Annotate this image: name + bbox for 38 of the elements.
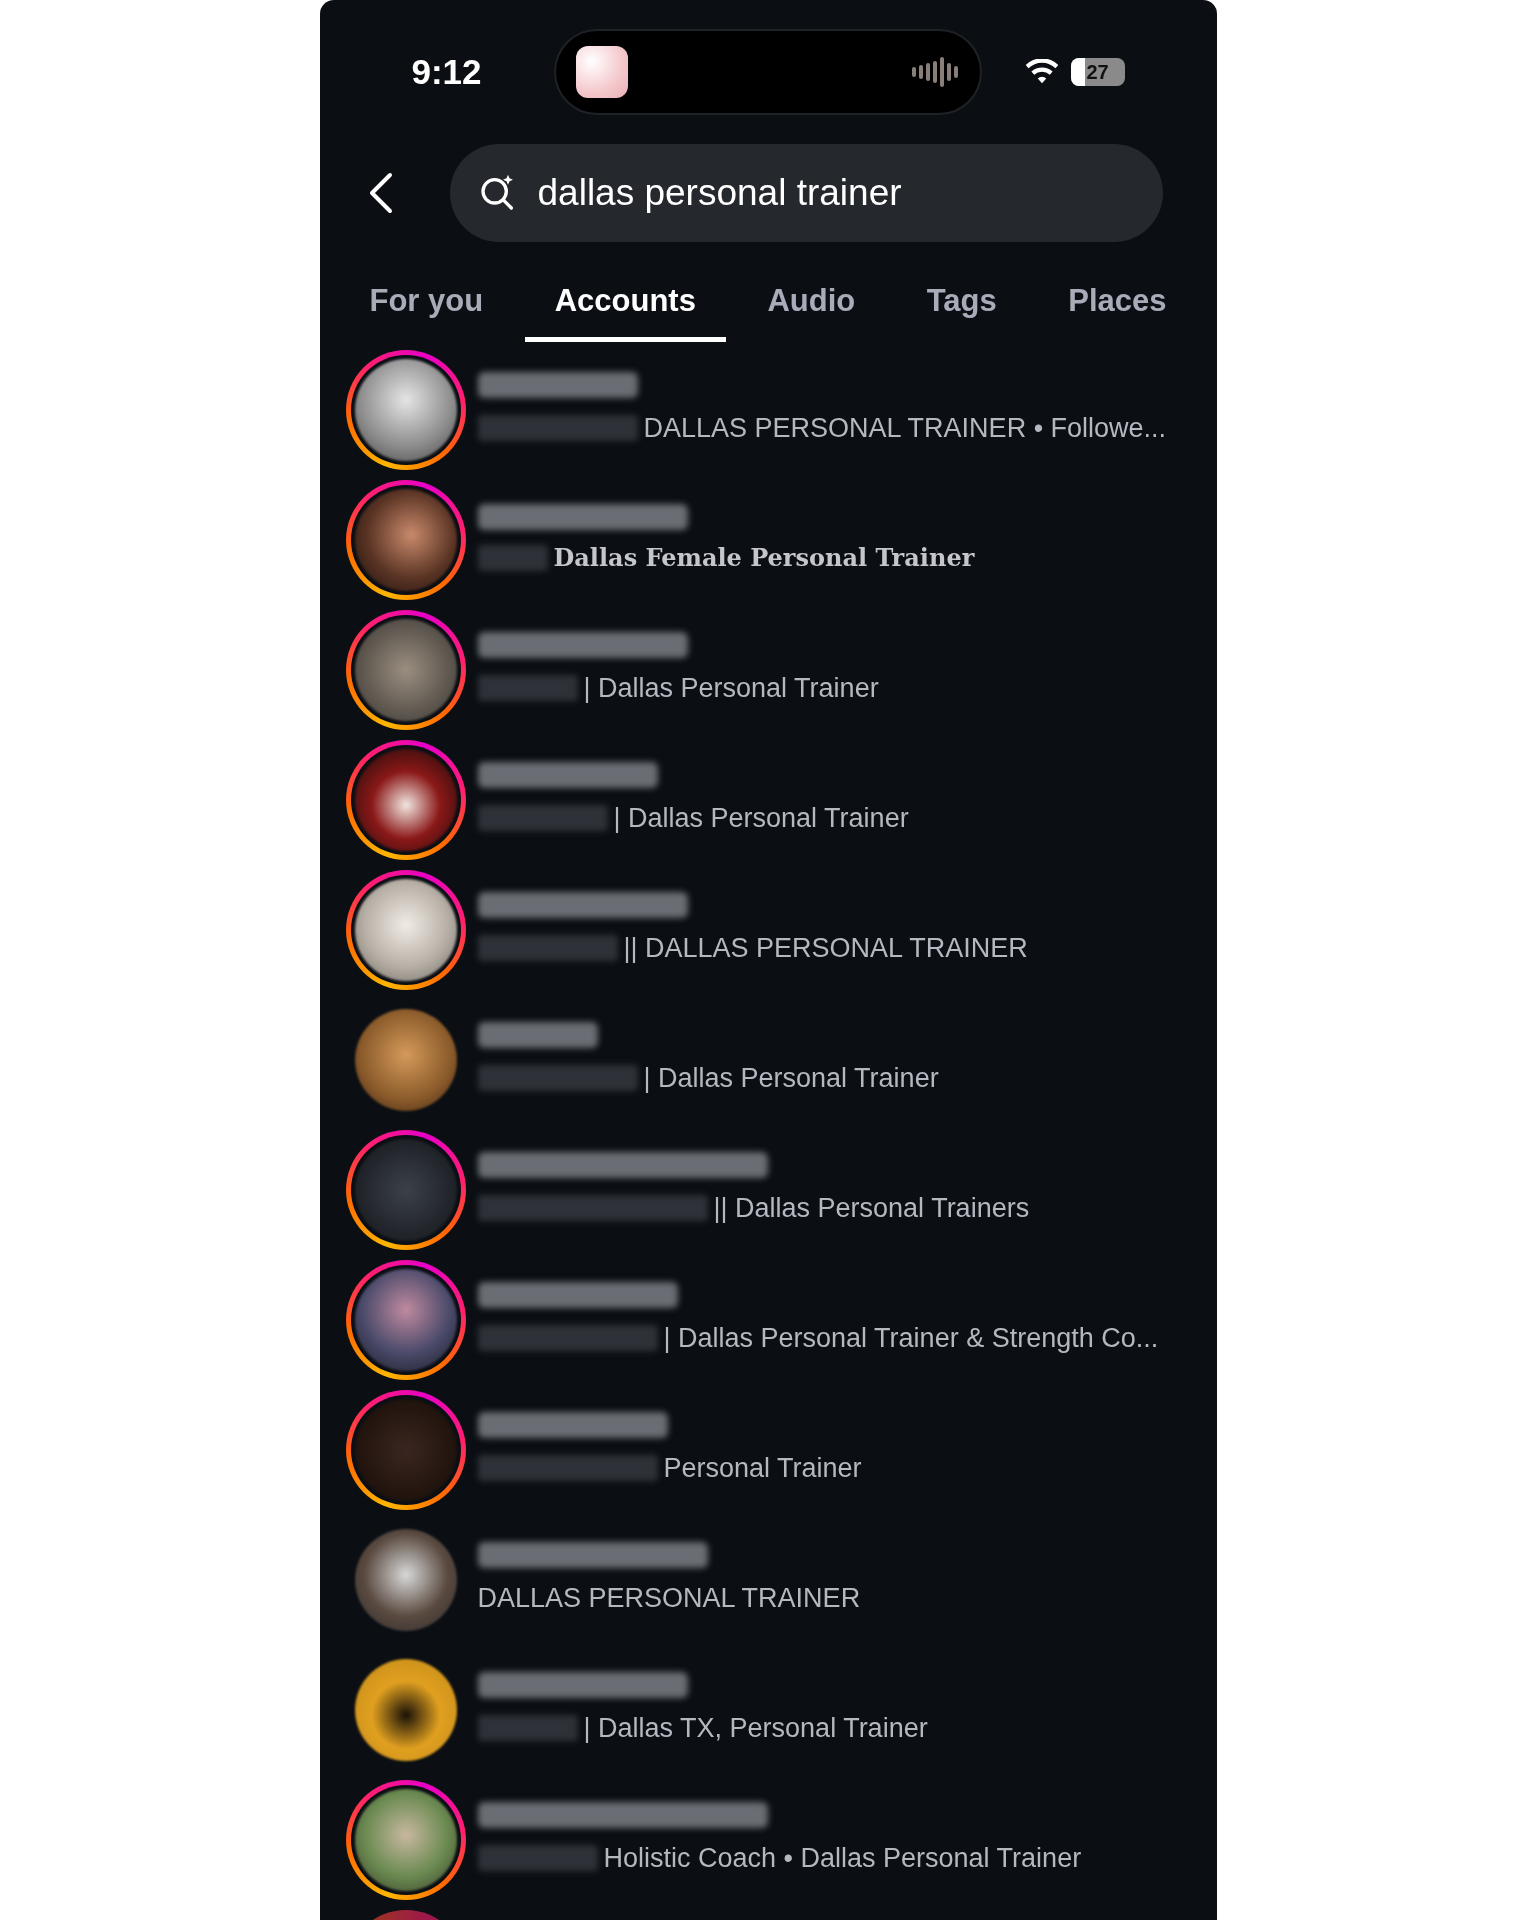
battery-indicator: 27 bbox=[1070, 58, 1125, 86]
account-row[interactable]: | Dallas TX, Personal Trainer bbox=[345, 1650, 1217, 1770]
account-row[interactable]: Personal Trainer bbox=[345, 1390, 1217, 1510]
account-bio: Holistic Coach • Dallas Personal Trainer bbox=[603, 1841, 1082, 1875]
account-bio: | Dallas Personal Trainer bbox=[613, 801, 909, 835]
account-row[interactable]: | Dallas Personal Trainer bbox=[345, 740, 1217, 860]
account-bio: | Dallas Personal Trainer & Strength Co... bbox=[663, 1321, 1159, 1355]
account-row[interactable]: | Dallas Personal Trainer bbox=[345, 1000, 1217, 1120]
tab[interactable]: Accounts bbox=[524, 266, 726, 342]
account-bio: | Dallas Personal Trainer bbox=[583, 671, 879, 705]
status-time: 9:12 bbox=[411, 50, 483, 93]
tab[interactable]: Audio bbox=[737, 266, 886, 342]
tab[interactable]: Places bbox=[1038, 266, 1197, 342]
blurred-bio-text bbox=[477, 545, 548, 571]
search-field[interactable]: dallas personal trainer bbox=[449, 144, 1163, 242]
account-bio: DALLAS PERSONAL TRAINER bbox=[477, 1581, 861, 1615]
waveform-icon bbox=[912, 56, 960, 88]
account-bio: || Dallas Personal Trainers bbox=[713, 1191, 1030, 1225]
account-row[interactable]: DALLAS PERSONAL TRAINER bbox=[345, 1520, 1217, 1640]
account-bio: DALLAS PERSONAL TRAINER • Followe... bbox=[643, 411, 1167, 445]
account-row[interactable]: DALLAS PERSONAL TRAINER • Followe... bbox=[345, 350, 1217, 470]
account-bio: Dallas Female Personal Trainer bbox=[553, 542, 975, 574]
account-bio: Personal Trainer bbox=[663, 1451, 862, 1485]
account-bio: || DALLAS PERSONAL TRAINER bbox=[623, 931, 1028, 965]
account-bio: | Dallas TX, Personal Trainer bbox=[583, 1711, 928, 1745]
account-row[interactable]: Dallas Female Personal Trainer bbox=[345, 480, 1217, 600]
account-bio: | Dallas Personal Trainer bbox=[643, 1061, 939, 1095]
wifi-icon bbox=[1024, 59, 1059, 85]
account-row[interactable]: | Dallas Personal Trainer & Strength Co... bbox=[345, 1260, 1217, 1380]
tab[interactable]: Tags bbox=[896, 266, 1027, 342]
account-row[interactable]: | Dallas Personal Trainer bbox=[345, 610, 1217, 730]
back-icon[interactable] bbox=[367, 172, 394, 214]
account-row[interactable]: Holistic Coach • Dallas Personal Trainer bbox=[345, 1780, 1217, 1900]
account-row[interactable]: || DALLAS PERSONAL TRAINER bbox=[345, 870, 1217, 990]
account-row[interactable]: || Dallas Personal Trainers bbox=[345, 1130, 1217, 1250]
tab[interactable]: For you bbox=[339, 266, 514, 342]
app-thumbnail-icon bbox=[576, 46, 628, 98]
search-query: dallas personal trainer bbox=[537, 171, 902, 216]
